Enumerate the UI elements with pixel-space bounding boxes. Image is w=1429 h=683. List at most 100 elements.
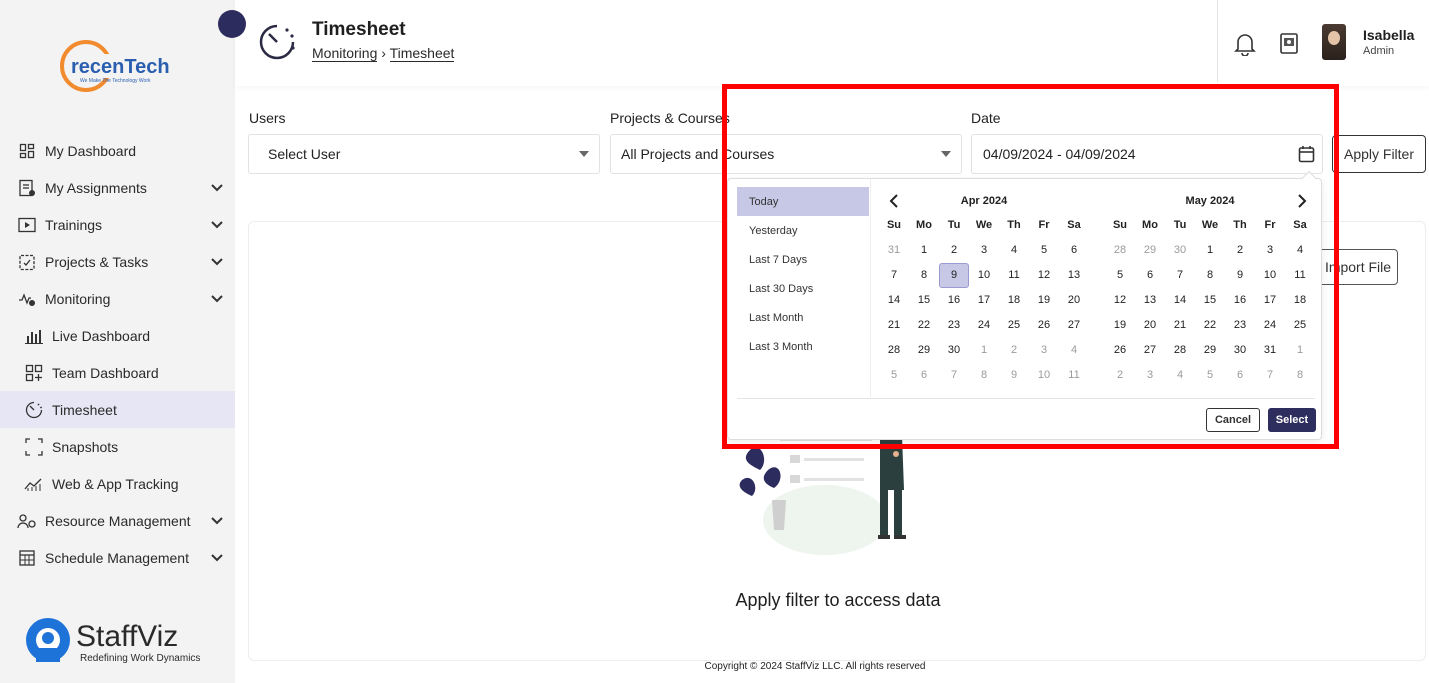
- calendar-day[interactable]: 8: [909, 263, 939, 288]
- calendar-day[interactable]: 10: [969, 263, 999, 288]
- cancel-button[interactable]: Cancel: [1206, 408, 1260, 432]
- calendar-day[interactable]: 30: [939, 338, 969, 363]
- calendar-day[interactable]: 3: [1255, 238, 1285, 263]
- sidebar-item-monitoring[interactable]: Monitoring: [0, 280, 235, 317]
- calendar-day[interactable]: 19: [1105, 313, 1135, 338]
- calendar-day[interactable]: 16: [1225, 288, 1255, 313]
- calendar-day[interactable]: 23: [1225, 313, 1255, 338]
- calendar-day[interactable]: 16: [939, 288, 969, 313]
- calendar-day[interactable]: 3: [1029, 338, 1059, 363]
- recentech-logo[interactable]: recenTech We Make The Technology Work: [60, 34, 180, 98]
- chevron-down-icon[interactable]: [211, 253, 223, 269]
- calendar-day[interactable]: 6: [1135, 263, 1165, 288]
- calendar-day[interactable]: 21: [1165, 313, 1195, 338]
- range-option[interactable]: Today: [737, 187, 869, 216]
- range-option[interactable]: Last 30 Days: [737, 274, 869, 303]
- calendar-day[interactable]: 2: [1105, 363, 1135, 388]
- calendar-day[interactable]: 29: [1135, 238, 1165, 263]
- calendar-day[interactable]: 30: [1225, 338, 1255, 363]
- calendar-day[interactable]: 10: [1255, 263, 1285, 288]
- calendar-day[interactable]: 4: [1059, 338, 1089, 363]
- calendar-day[interactable]: 29: [1195, 338, 1225, 363]
- select-button[interactable]: Select: [1268, 408, 1316, 432]
- calendar-day[interactable]: 12: [1105, 288, 1135, 313]
- calendar-day[interactable]: 7: [939, 363, 969, 388]
- sidebar-toggle[interactable]: [218, 10, 246, 38]
- calendar-day[interactable]: 15: [909, 288, 939, 313]
- calendar-day[interactable]: 5: [1105, 263, 1135, 288]
- calendar-day[interactable]: 7: [879, 263, 909, 288]
- sidebar-item-schedule-management[interactable]: Schedule Management: [0, 539, 235, 576]
- calendar-icon[interactable]: [1298, 145, 1315, 163]
- calendar-day[interactable]: 22: [909, 313, 939, 338]
- calendar-day[interactable]: 30: [1165, 238, 1195, 263]
- calendar-day[interactable]: 1: [1195, 238, 1225, 263]
- breadcrumb-timesheet[interactable]: Timesheet: [389, 45, 455, 62]
- chevron-left-icon[interactable]: [889, 193, 899, 209]
- calendar-day[interactable]: 23: [939, 313, 969, 338]
- apply-filter-button[interactable]: Apply Filter: [1332, 135, 1426, 173]
- calendar-day[interactable]: 20: [1059, 288, 1089, 313]
- calendar-day[interactable]: 26: [1105, 338, 1135, 363]
- calendar-day[interactable]: 18: [999, 288, 1029, 313]
- calendar-day[interactable]: 2: [1225, 238, 1255, 263]
- calendar-day[interactable]: 9: [939, 263, 969, 288]
- calendar-day[interactable]: 21: [879, 313, 909, 338]
- calendar-day[interactable]: 25: [999, 313, 1029, 338]
- calendar-day[interactable]: 7: [1165, 263, 1195, 288]
- sidebar-item-live-dashboard[interactable]: Live Dashboard: [0, 317, 235, 354]
- calendar-day[interactable]: 18: [1285, 288, 1315, 313]
- calendar-day[interactable]: 28: [1165, 338, 1195, 363]
- calendar-day[interactable]: 3: [969, 238, 999, 263]
- calendar-day[interactable]: 14: [879, 288, 909, 313]
- chevron-down-icon[interactable]: [211, 179, 223, 195]
- sidebar-item-projects-and-tasks[interactable]: Projects & Tasks: [0, 243, 235, 280]
- calendar-day[interactable]: 15: [1195, 288, 1225, 313]
- sidebar-item-my-assignments[interactable]: My Assignments: [0, 169, 235, 206]
- calendar-day[interactable]: 2: [939, 238, 969, 263]
- calendar-day[interactable]: 4: [1165, 363, 1195, 388]
- calendar-day[interactable]: 27: [1059, 313, 1089, 338]
- calendar-day[interactable]: 26: [1029, 313, 1059, 338]
- range-option[interactable]: Last Month: [737, 303, 869, 332]
- breadcrumb-monitoring[interactable]: Monitoring: [312, 45, 378, 62]
- calendar-day[interactable]: 6: [1225, 363, 1255, 388]
- notification-bell-icon[interactable]: [1234, 32, 1256, 56]
- calendar-day[interactable]: 6: [909, 363, 939, 388]
- calendar-day[interactable]: 24: [969, 313, 999, 338]
- chevron-down-icon[interactable]: [211, 290, 223, 306]
- projects-select[interactable]: All Projects and Courses: [610, 134, 962, 174]
- users-select[interactable]: Select User: [248, 134, 600, 174]
- calendar-day[interactable]: 31: [879, 238, 909, 263]
- avatar[interactable]: [1322, 24, 1346, 60]
- calendar-day[interactable]: 17: [1255, 288, 1285, 313]
- calendar-day[interactable]: 4: [1285, 238, 1315, 263]
- calendar-day[interactable]: 1: [1285, 338, 1315, 363]
- calendar-day[interactable]: 27: [1135, 338, 1165, 363]
- chevron-down-icon[interactable]: [211, 549, 223, 565]
- calendar-day[interactable]: 17: [969, 288, 999, 313]
- calendar-day[interactable]: 8: [1285, 363, 1315, 388]
- sidebar-item-team-dashboard[interactable]: Team Dashboard: [0, 354, 235, 391]
- calendar-day[interactable]: 8: [1195, 263, 1225, 288]
- calendar-day[interactable]: 3: [1135, 363, 1165, 388]
- calendar-day[interactable]: 13: [1059, 263, 1089, 288]
- chevron-down-icon[interactable]: [211, 512, 223, 528]
- calendar-day[interactable]: 5: [879, 363, 909, 388]
- calendar-day[interactable]: 4: [999, 238, 1029, 263]
- calendar-day[interactable]: 28: [879, 338, 909, 363]
- calendar-day[interactable]: 13: [1135, 288, 1165, 313]
- calendar-day[interactable]: 12: [1029, 263, 1059, 288]
- calendar-day[interactable]: 24: [1255, 313, 1285, 338]
- calendar-day[interactable]: 25: [1285, 313, 1315, 338]
- calendar-day[interactable]: 8: [969, 363, 999, 388]
- calendar-day[interactable]: 11: [1285, 263, 1315, 288]
- calendar-day[interactable]: 1: [909, 238, 939, 263]
- calendar-day[interactable]: 29: [909, 338, 939, 363]
- calendar-day[interactable]: 11: [1059, 363, 1089, 388]
- calendar-day[interactable]: 2: [999, 338, 1029, 363]
- range-option[interactable]: Last 7 Days: [737, 245, 869, 274]
- calendar-day[interactable]: 11: [999, 263, 1029, 288]
- calendar-day[interactable]: 5: [1029, 238, 1059, 263]
- calendar-day[interactable]: 22: [1195, 313, 1225, 338]
